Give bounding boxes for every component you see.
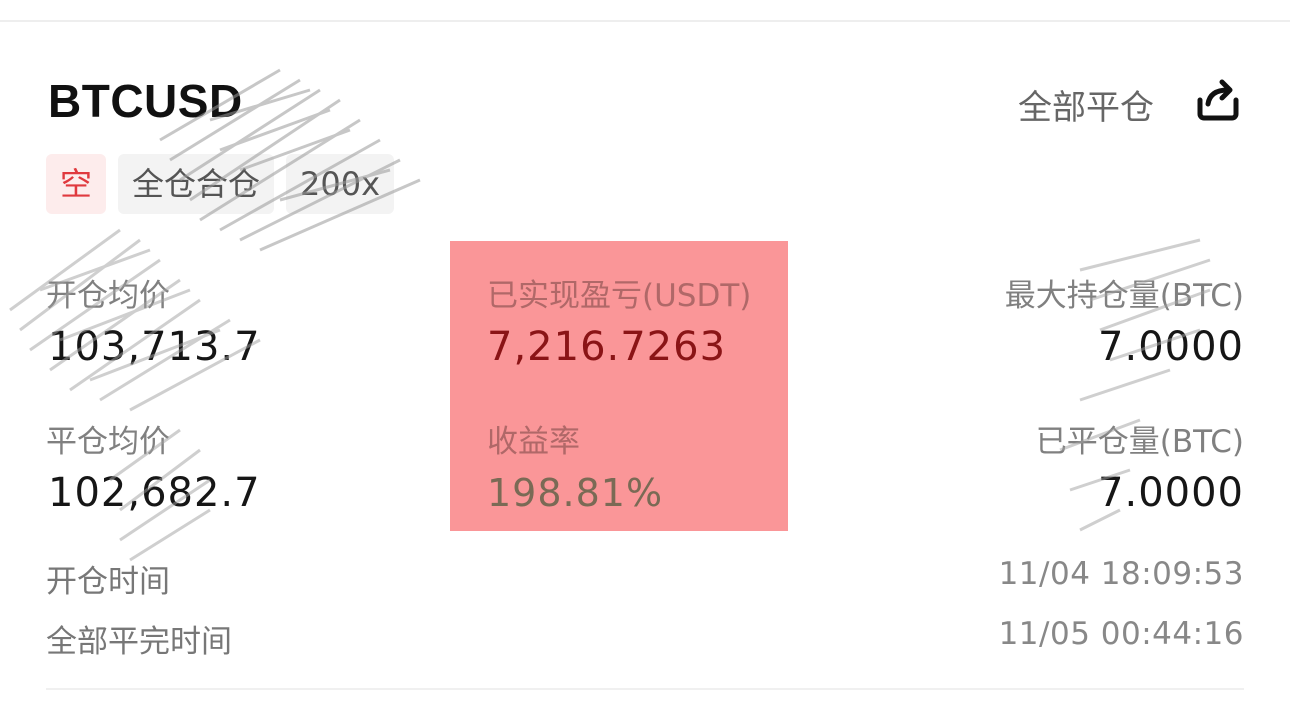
margin-mode-badge: 全仓合仓 [118, 154, 275, 214]
max-position-value: 7.0000 [1098, 324, 1244, 370]
close-time-label: 全部平完时间 [46, 624, 232, 660]
realized-pnl-label: 已实现盈亏(USDT) [487, 278, 752, 314]
position-tags: 空 全仓合仓 200x [46, 154, 395, 214]
open-time-value: 11/04 18:09:53 [998, 556, 1244, 592]
close-avg-price-label: 平仓均价 [46, 424, 170, 460]
closed-qty-label: 已平仓量(BTC) [1035, 424, 1244, 460]
side-badge: 空 [46, 154, 107, 214]
realized-pnl-value: 7,216.7263 [487, 324, 727, 370]
leverage-badge: 200x [286, 154, 395, 214]
closed-qty-value: 7.0000 [1098, 470, 1244, 516]
roi-label: 收益率 [487, 424, 580, 460]
share-icon[interactable] [1192, 74, 1244, 126]
top-divider [0, 20, 1290, 22]
open-avg-price-value: 103,713.7 [48, 324, 261, 370]
close-avg-price-value: 102,682.7 [48, 470, 261, 516]
close-all-button[interactable]: 全部平仓 [1018, 80, 1154, 129]
bottom-divider [46, 688, 1244, 690]
open-avg-price-label: 开仓均价 [46, 278, 170, 314]
symbol-title: BTCUSD [48, 75, 243, 127]
roi-value: 198.81% [487, 471, 664, 515]
close-time-value: 11/05 00:44:16 [998, 616, 1244, 652]
scribble-mark [9, 228, 261, 412]
max-position-label: 最大持仓量(BTC) [1004, 278, 1244, 314]
open-time-label: 开仓时间 [46, 564, 170, 600]
